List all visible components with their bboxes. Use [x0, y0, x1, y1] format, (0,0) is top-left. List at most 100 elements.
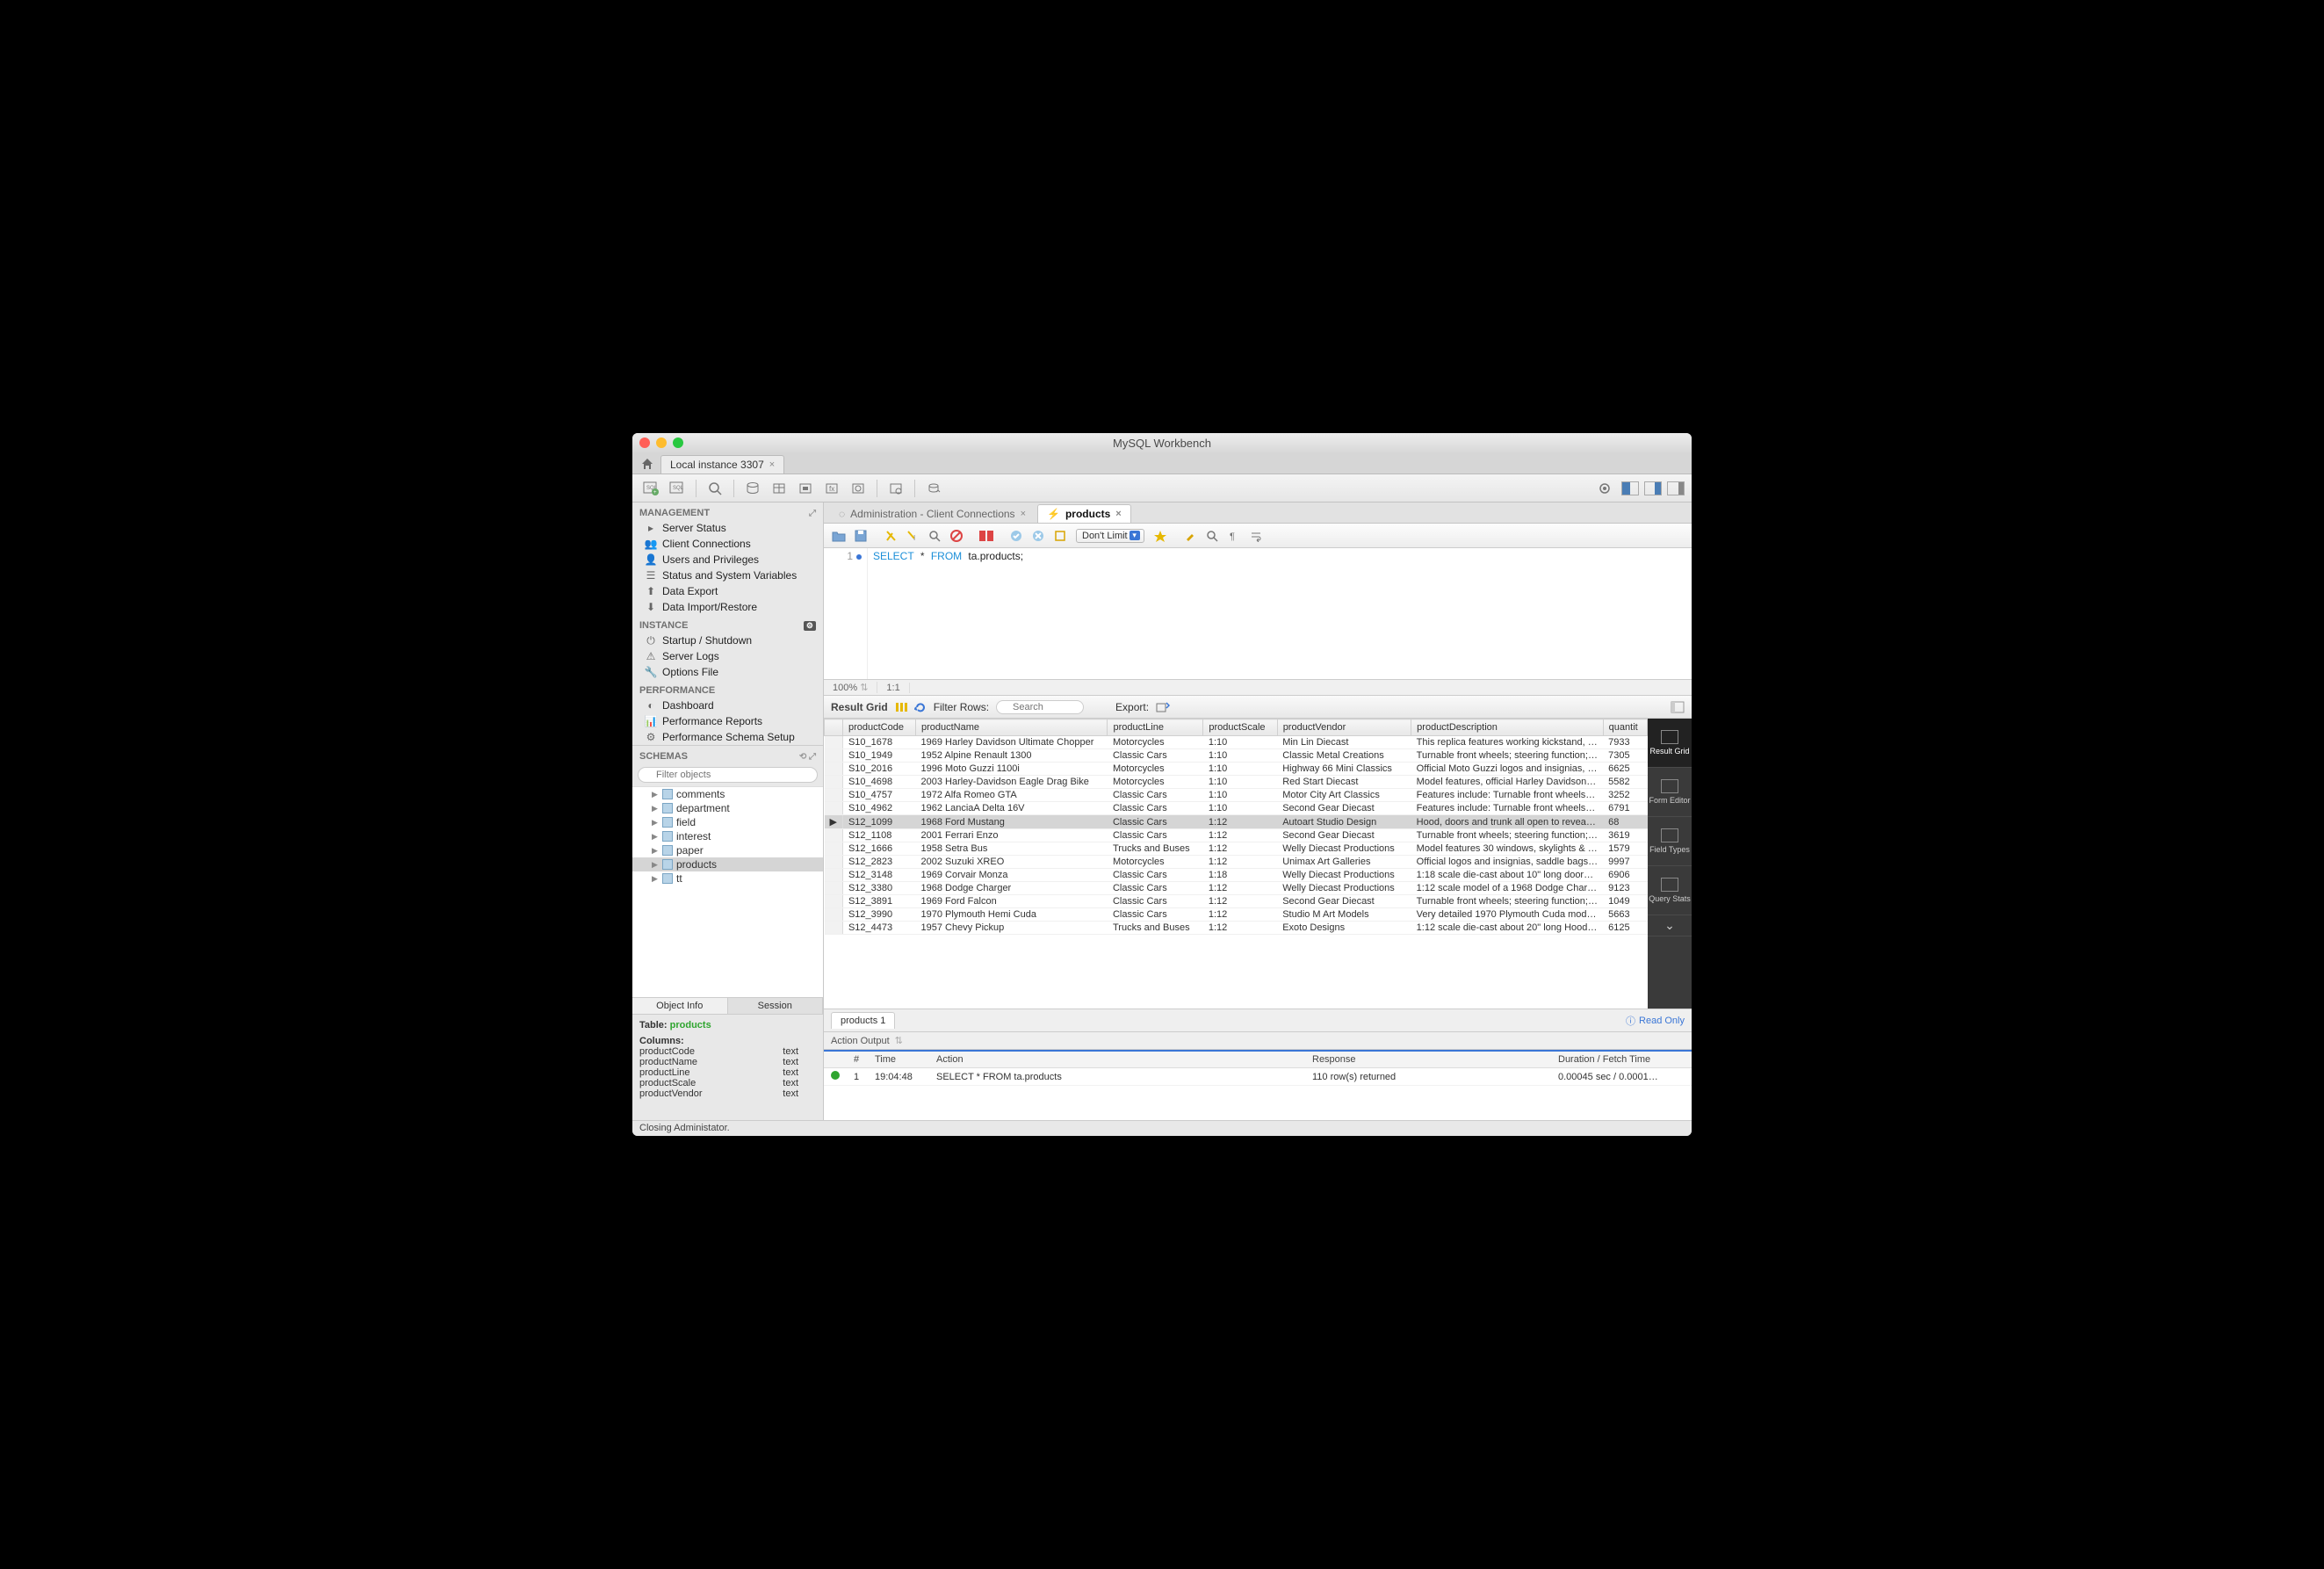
- create-view-button[interactable]: [794, 478, 817, 499]
- close-tab-icon[interactable]: ×: [769, 459, 775, 470]
- toggle-right-panel-button[interactable]: [1667, 481, 1685, 495]
- table-row[interactable]: S12_38911969 Ford FalconClassic Cars1:12…: [825, 895, 1648, 908]
- settings-gear-icon[interactable]: [1593, 478, 1616, 499]
- table-row[interactable]: S10_16781969 Harley Davidson Ultimate Ch…: [825, 736, 1648, 749]
- close-tab-icon[interactable]: ×: [1115, 509, 1121, 519]
- tab-session[interactable]: Session: [728, 998, 824, 1014]
- table-row[interactable]: S12_31481969 Corvair MonzaClassic Cars1:…: [825, 869, 1648, 882]
- beautify-icon[interactable]: [1151, 526, 1170, 546]
- column-header[interactable]: quantit: [1603, 719, 1647, 736]
- wrap-icon[interactable]: [1246, 526, 1266, 546]
- zoom-indicator[interactable]: 100% ⇅: [824, 682, 877, 693]
- tree-item-paper[interactable]: ▶paper: [632, 843, 823, 857]
- expand-schemas-icon[interactable]: ⤢: [809, 752, 816, 762]
- search-table-data-button[interactable]: [884, 478, 907, 499]
- sidebar-item-data-import[interactable]: ⬇Data Import/Restore: [632, 599, 823, 615]
- sidebar-item-dashboard[interactable]: ◐Dashboard: [632, 698, 823, 713]
- refresh-icon[interactable]: ⟲: [799, 752, 806, 762]
- open-sql-file-button[interactable]: SQL: [666, 478, 689, 499]
- sidebar-item-server-logs[interactable]: ⚠Server Logs: [632, 648, 823, 664]
- schema-tree[interactable]: ▶comments ▶department ▶field ▶interest ▶…: [632, 786, 823, 997]
- sidebar-item-status-variables[interactable]: ☰Status and System Variables: [632, 568, 823, 583]
- commit-icon[interactable]: [1007, 526, 1026, 546]
- table-row[interactable]: S10_20161996 Moto Guzzi 1100iMotorcycles…: [825, 763, 1648, 776]
- toggle-bottom-panel-button[interactable]: [1644, 481, 1662, 495]
- export-icon[interactable]: [1156, 701, 1170, 713]
- inspector-button[interactable]: [704, 478, 726, 499]
- explain-icon[interactable]: [925, 526, 944, 546]
- new-sql-tab-button[interactable]: SQL+: [639, 478, 662, 499]
- sidebar-item-performance-schema[interactable]: ⚙Performance Schema Setup: [632, 729, 823, 745]
- filter-rows-input[interactable]: [996, 700, 1084, 714]
- table-row[interactable]: S12_39901970 Plymouth Hemi CudaClassic C…: [825, 908, 1648, 922]
- column-header[interactable]: productScale: [1203, 719, 1277, 736]
- sidebar-item-users-privileges[interactable]: 👤Users and Privileges: [632, 552, 823, 568]
- rollback-icon[interactable]: [1028, 526, 1048, 546]
- sidebar-item-startup-shutdown[interactable]: ⏻Startup / Shutdown: [632, 633, 823, 648]
- minimize-window-button[interactable]: [656, 437, 667, 448]
- create-schema-button[interactable]: [741, 478, 764, 499]
- create-function-button[interactable]: [847, 478, 870, 499]
- tree-item-comments[interactable]: ▶comments: [632, 787, 823, 801]
- rail-more[interactable]: ⌄: [1648, 915, 1692, 936]
- stop-icon[interactable]: [947, 526, 966, 546]
- create-procedure-button[interactable]: fx: [820, 478, 843, 499]
- result-tab-products1[interactable]: products 1: [831, 1012, 895, 1029]
- tree-item-tt[interactable]: ▶tt: [632, 871, 823, 886]
- close-tab-icon[interactable]: ×: [1021, 509, 1026, 519]
- execute-current-icon[interactable]: I: [903, 526, 922, 546]
- table-row[interactable]: S12_16661958 Setra BusTrucks and Buses1:…: [825, 842, 1648, 856]
- table-row[interactable]: S12_44731957 Chevy PickupTrucks and Buse…: [825, 922, 1648, 935]
- table-row[interactable]: S12_11082001 Ferrari EnzoClassic Cars1:1…: [825, 829, 1648, 842]
- tree-item-products[interactable]: ▶products: [632, 857, 823, 871]
- toggle-autocommit-icon[interactable]: [977, 526, 996, 546]
- save-icon[interactable]: [851, 526, 870, 546]
- table-row[interactable]: S12_33801968 Dodge ChargerClassic Cars1:…: [825, 882, 1648, 895]
- sidebar-item-options-file[interactable]: 🔧Options File: [632, 664, 823, 680]
- column-header[interactable]: productName: [915, 719, 1108, 736]
- limit-rows-select[interactable]: Don't Limit: [1076, 529, 1144, 543]
- column-header[interactable]: productLine: [1108, 719, 1203, 736]
- sidebar-item-data-export[interactable]: ⬆Data Export: [632, 583, 823, 599]
- sidebar-item-performance-reports[interactable]: 📊Performance Reports: [632, 713, 823, 729]
- sql-editor[interactable]: 1 SELECT * FROM ta.products;: [824, 548, 1692, 680]
- connection-tab[interactable]: Local instance 3307 ×: [660, 455, 784, 474]
- grid-columns-icon[interactable]: [895, 701, 907, 713]
- close-window-button[interactable]: [639, 437, 650, 448]
- tree-item-department[interactable]: ▶department: [632, 801, 823, 815]
- toggle-left-panel-button[interactable]: [1621, 481, 1639, 495]
- reconnect-button[interactable]: [922, 478, 945, 499]
- toggle-limit-icon[interactable]: [1050, 526, 1070, 546]
- table-row[interactable]: S10_19491952 Alpine Renault 1300Classic …: [825, 749, 1648, 763]
- table-row[interactable]: S10_49621962 LanciaA Delta 16VClassic Ca…: [825, 802, 1648, 815]
- editor-code[interactable]: SELECT * FROM ta.products;: [868, 548, 1028, 679]
- home-icon[interactable]: [638, 454, 657, 474]
- table-row[interactable]: S12_28232002 Suzuki XREOMotorcycles1:12U…: [825, 856, 1648, 869]
- rail-result-grid[interactable]: Result Grid: [1648, 719, 1692, 768]
- tab-object-info[interactable]: Object Info: [632, 998, 728, 1014]
- result-grid[interactable]: productCodeproductNameproductLineproduct…: [824, 719, 1648, 1009]
- rail-field-types[interactable]: Field Types: [1648, 817, 1692, 866]
- refresh-results-icon[interactable]: [914, 701, 927, 713]
- invisible-chars-icon[interactable]: ¶: [1224, 526, 1244, 546]
- brush-icon[interactable]: [1180, 526, 1200, 546]
- table-row[interactable]: ▶S12_10991968 Ford MustangClassic Cars1:…: [825, 815, 1648, 829]
- tab-administration[interactable]: ◌ Administration - Client Connections ×: [829, 504, 1036, 523]
- find-icon[interactable]: [1202, 526, 1222, 546]
- output-dropdown-icon[interactable]: ⇅: [895, 1035, 903, 1046]
- wrap-cells-icon[interactable]: [1671, 701, 1685, 713]
- sidebar-item-server-status[interactable]: ▸Server Status: [632, 520, 823, 536]
- create-table-button[interactable]: [768, 478, 790, 499]
- rail-form-editor[interactable]: Form Editor: [1648, 768, 1692, 817]
- column-header[interactable]: productDescription: [1411, 719, 1604, 736]
- sidebar-item-client-connections[interactable]: 👥Client Connections: [632, 536, 823, 552]
- tree-item-interest[interactable]: ▶interest: [632, 829, 823, 843]
- open-file-icon[interactable]: [829, 526, 848, 546]
- column-header[interactable]: productVendor: [1277, 719, 1411, 736]
- table-row[interactable]: S10_47571972 Alfa Romeo GTAClassic Cars1…: [825, 789, 1648, 802]
- zoom-window-button[interactable]: [673, 437, 683, 448]
- output-row[interactable]: 1 19:04:48 SELECT * FROM ta.products 110…: [824, 1068, 1692, 1086]
- tree-item-field[interactable]: ▶field: [632, 815, 823, 829]
- rail-query-stats[interactable]: Query Stats: [1648, 866, 1692, 915]
- table-row[interactable]: S10_46982003 Harley-Davidson Eagle Drag …: [825, 776, 1648, 789]
